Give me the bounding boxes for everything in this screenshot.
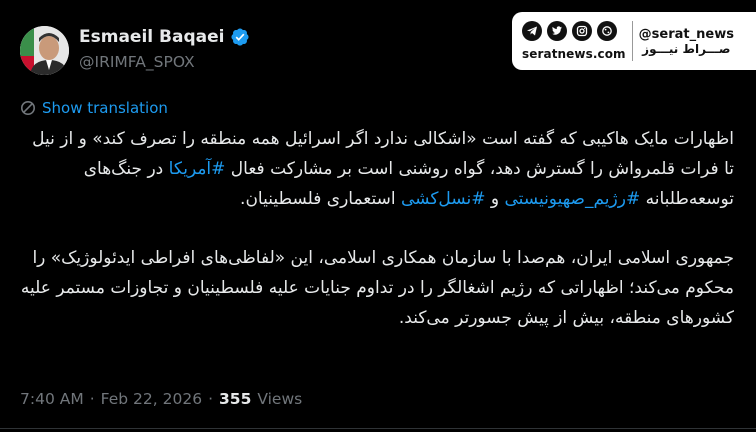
twitter-icon — [547, 21, 567, 41]
watermark-social-icons — [522, 21, 626, 41]
watermark-divider — [631, 21, 633, 61]
avatar[interactable] — [20, 26, 69, 75]
views-count: 355 — [219, 390, 252, 408]
tweet-paragraph-2: جمهوری اسلامی ایران، هم‌صدا با سازمان هم… — [20, 248, 734, 328]
tweet-date[interactable]: Feb 22, 2026 — [101, 390, 202, 408]
avatar-image — [20, 26, 69, 75]
watermark-handle: @serat_news — [638, 26, 734, 42]
hashtag-link[interactable]: #رژیم_صهیونیستی — [504, 189, 640, 209]
watermark-left: seratnews.com — [522, 21, 626, 61]
tweet-time[interactable]: 7:40 AM — [20, 390, 84, 408]
show-translation-link[interactable]: Show translation — [20, 99, 168, 117]
meta-separator: · — [208, 390, 213, 408]
telegram-icon — [522, 21, 542, 41]
tweet-meta: 7:40 AM · Feb 22, 2026 · 355 Views — [20, 390, 302, 408]
hashtag-link[interactable]: #آمریکا — [169, 159, 226, 179]
tweet-text: اظهارات مایک هاکیبی که گفته است «اشکالی … — [20, 124, 734, 333]
bottom-divider — [0, 428, 756, 429]
instagram-icon — [572, 21, 592, 41]
author-name-row: Esmaeil Baqaei — [79, 27, 250, 47]
author-handle[interactable]: @IRIMFA_SPOX — [79, 53, 195, 71]
meta-separator: · — [89, 390, 95, 408]
aparat-icon — [597, 21, 617, 41]
show-translation-label: Show translation — [42, 99, 168, 117]
watermark-right: @serat_news صـــراط نیـــوز — [639, 27, 734, 56]
hashtag-link[interactable]: #نسل‌کشی — [401, 189, 485, 209]
author-display-name[interactable]: Esmaeil Baqaei — [79, 27, 224, 47]
views-label: Views — [257, 390, 303, 408]
text-segment: و — [485, 189, 505, 209]
text-segment: استعماری فلسطینیان. — [240, 189, 401, 209]
translate-icon — [21, 101, 35, 115]
watermark-banner: seratnews.com @serat_news صـــراط نیـــو… — [512, 12, 756, 70]
verified-badge-icon — [231, 28, 249, 46]
watermark-brand-logo: صـــراط نیـــوز — [642, 41, 731, 56]
tweet-paragraph-1: اظهارات مایک هاکیبی که گفته است «اشکالی … — [20, 124, 734, 214]
watermark-site: seratnews.com — [522, 47, 626, 61]
